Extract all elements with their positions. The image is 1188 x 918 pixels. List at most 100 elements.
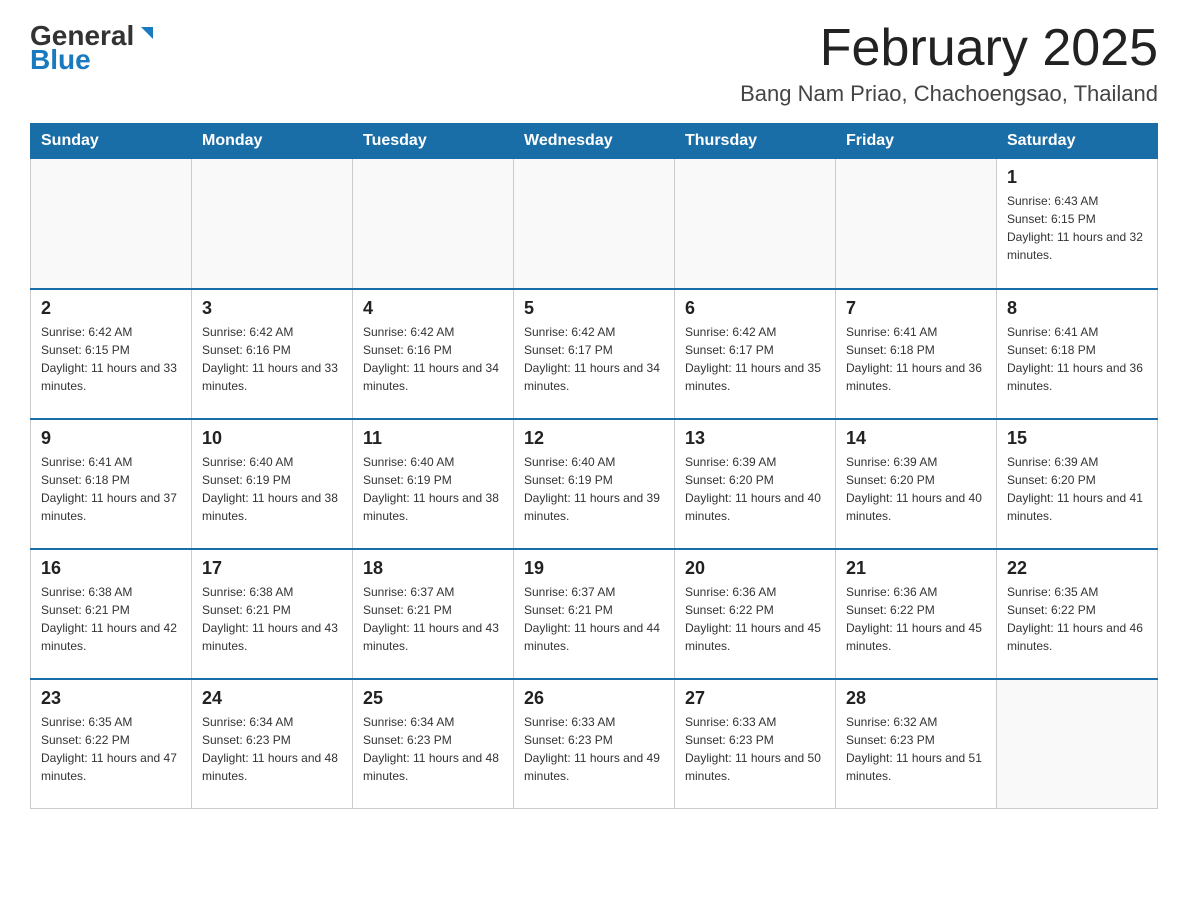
calendar-cell: 21 Sunrise: 6:36 AM Sunset: 6:22 PM Dayli… (836, 549, 997, 679)
calendar-cell: 22 Sunrise: 6:35 AM Sunset: 6:22 PM Dayli… (997, 549, 1158, 679)
day-number: 17 (202, 558, 342, 579)
day-number: 8 (1007, 298, 1147, 319)
calendar-cell: 28 Sunrise: 6:32 AM Sunset: 6:23 PM Dayli… (836, 679, 997, 809)
day-info: Sunrise: 6:32 AM Sunset: 6:23 PM Dayligh… (846, 713, 986, 785)
day-number: 27 (685, 688, 825, 709)
day-number: 7 (846, 298, 986, 319)
day-number: 16 (41, 558, 181, 579)
day-info: Sunrise: 6:41 AM Sunset: 6:18 PM Dayligh… (1007, 323, 1147, 395)
day-number: 28 (846, 688, 986, 709)
calendar-cell: 4 Sunrise: 6:42 AM Sunset: 6:16 PM Daylig… (353, 289, 514, 419)
day-number: 18 (363, 558, 503, 579)
day-number: 6 (685, 298, 825, 319)
title-area: February 2025 Bang Nam Priao, Chachoengs… (740, 20, 1158, 107)
day-info: Sunrise: 6:38 AM Sunset: 6:21 PM Dayligh… (41, 583, 181, 655)
calendar-cell (514, 159, 675, 289)
day-info: Sunrise: 6:36 AM Sunset: 6:22 PM Dayligh… (685, 583, 825, 655)
calendar-cell: 10 Sunrise: 6:40 AM Sunset: 6:19 PM Dayli… (192, 419, 353, 549)
calendar-title: February 2025 (740, 20, 1158, 77)
calendar-cell: 6 Sunrise: 6:42 AM Sunset: 6:17 PM Daylig… (675, 289, 836, 419)
day-info: Sunrise: 6:41 AM Sunset: 6:18 PM Dayligh… (846, 323, 986, 395)
day-info: Sunrise: 6:43 AM Sunset: 6:15 PM Dayligh… (1007, 192, 1147, 264)
logo-area: General Blue (30, 20, 158, 76)
day-number: 22 (1007, 558, 1147, 579)
calendar-cell: 9Sunrise: 6:41 AM Sunset: 6:18 PM Daylig… (31, 419, 192, 549)
calendar-cell: 3Sunrise: 6:42 AM Sunset: 6:16 PM Daylig… (192, 289, 353, 419)
day-number: 24 (202, 688, 342, 709)
day-header-monday: Monday (192, 124, 353, 159)
day-number: 14 (846, 428, 986, 449)
day-number: 5 (524, 298, 664, 319)
calendar-cell: 7 Sunrise: 6:41 AM Sunset: 6:18 PM Daylig… (836, 289, 997, 419)
calendar-week-row: 23 Sunrise: 6:35 AM Sunset: 6:22 PM Dayli… (31, 679, 1158, 809)
calendar-cell: 18 Sunrise: 6:37 AM Sunset: 6:21 PM Dayli… (353, 549, 514, 679)
day-number: 20 (685, 558, 825, 579)
calendar-cell: 12 Sunrise: 6:40 AM Sunset: 6:19 PM Dayli… (514, 419, 675, 549)
calendar-week-row: 2 Sunrise: 6:42 AM Sunset: 6:15 PM Daylig… (31, 289, 1158, 419)
day-info: Sunrise: 6:42 AM Sunset: 6:17 PM Dayligh… (685, 323, 825, 395)
day-info: Sunrise: 6:40 AM Sunset: 6:19 PM Dayligh… (524, 453, 664, 525)
calendar-cell (353, 159, 514, 289)
day-info: Sunrise: 6:40 AM Sunset: 6:19 PM Dayligh… (202, 453, 342, 525)
day-info: Sunrise: 6:39 AM Sunset: 6:20 PM Dayligh… (846, 453, 986, 525)
day-number: 11 (363, 428, 503, 449)
day-number: 10 (202, 428, 342, 449)
calendar-cell: 2 Sunrise: 6:42 AM Sunset: 6:15 PM Daylig… (31, 289, 192, 419)
day-number: 2 (41, 298, 181, 319)
day-info: Sunrise: 6:40 AM Sunset: 6:19 PM Dayligh… (363, 453, 503, 525)
logo-blue-text: Blue (30, 44, 91, 76)
day-info: Sunrise: 6:35 AM Sunset: 6:22 PM Dayligh… (41, 713, 181, 785)
day-header-friday: Friday (836, 124, 997, 159)
calendar-cell: 11 Sunrise: 6:40 AM Sunset: 6:19 PM Dayli… (353, 419, 514, 549)
calendar-cell: 17 Sunrise: 6:38 AM Sunset: 6:21 PM Dayli… (192, 549, 353, 679)
calendar-cell (192, 159, 353, 289)
logo-icon (135, 25, 157, 47)
day-number: 4 (363, 298, 503, 319)
calendar-cell: 16 Sunrise: 6:38 AM Sunset: 6:21 PM Dayli… (31, 549, 192, 679)
calendar-cell: 26 Sunrise: 6:33 AM Sunset: 6:23 PM Dayli… (514, 679, 675, 809)
day-number: 12 (524, 428, 664, 449)
calendar-week-row: 1 Sunrise: 6:43 AM Sunset: 6:15 PM Daylig… (31, 159, 1158, 289)
page-header: General Blue February 2025 Bang Nam Pria… (30, 20, 1158, 107)
day-number: 1 (1007, 167, 1147, 188)
day-info: Sunrise: 6:42 AM Sunset: 6:16 PM Dayligh… (363, 323, 503, 395)
day-number: 25 (363, 688, 503, 709)
day-number: 26 (524, 688, 664, 709)
calendar-cell: 25 Sunrise: 6:34 AM Sunset: 6:23 PM Dayli… (353, 679, 514, 809)
calendar-cell: 24 Sunrise: 6:34 AM Sunset: 6:23 PM Dayli… (192, 679, 353, 809)
day-info: Sunrise: 6:39 AM Sunset: 6:20 PM Dayligh… (1007, 453, 1147, 525)
calendar-week-row: 16 Sunrise: 6:38 AM Sunset: 6:21 PM Dayli… (31, 549, 1158, 679)
day-info: Sunrise: 6:37 AM Sunset: 6:21 PM Dayligh… (524, 583, 664, 655)
day-info: Sunrise: 6:38 AM Sunset: 6:21 PM Dayligh… (202, 583, 342, 655)
day-header-thursday: Thursday (675, 124, 836, 159)
calendar-cell: 20 Sunrise: 6:36 AM Sunset: 6:22 PM Dayli… (675, 549, 836, 679)
calendar-cell: 1 Sunrise: 6:43 AM Sunset: 6:15 PM Daylig… (997, 159, 1158, 289)
day-info: Sunrise: 6:42 AM Sunset: 6:17 PM Dayligh… (524, 323, 664, 395)
day-info: Sunrise: 6:39 AM Sunset: 6:20 PM Dayligh… (685, 453, 825, 525)
day-info: Sunrise: 6:35 AM Sunset: 6:22 PM Dayligh… (1007, 583, 1147, 655)
calendar-cell (997, 679, 1158, 809)
day-info: Sunrise: 6:36 AM Sunset: 6:22 PM Dayligh… (846, 583, 986, 655)
calendar-cell: 27Sunrise: 6:33 AM Sunset: 6:23 PM Dayli… (675, 679, 836, 809)
day-header-wednesday: Wednesday (514, 124, 675, 159)
day-number: 23 (41, 688, 181, 709)
day-number: 21 (846, 558, 986, 579)
day-info: Sunrise: 6:42 AM Sunset: 6:16 PM Dayligh… (202, 323, 342, 395)
day-number: 13 (685, 428, 825, 449)
calendar-cell: 13 Sunrise: 6:39 AM Sunset: 6:20 PM Dayli… (675, 419, 836, 549)
day-header-tuesday: Tuesday (353, 124, 514, 159)
day-info: Sunrise: 6:33 AM Sunset: 6:23 PM Dayligh… (524, 713, 664, 785)
day-info: Sunrise: 6:34 AM Sunset: 6:23 PM Dayligh… (202, 713, 342, 785)
calendar-cell (31, 159, 192, 289)
day-number: 19 (524, 558, 664, 579)
day-header-sunday: Sunday (31, 124, 192, 159)
calendar-cell: 8 Sunrise: 6:41 AM Sunset: 6:18 PM Daylig… (997, 289, 1158, 419)
calendar-table: SundayMondayTuesdayWednesdayThursdayFrid… (30, 123, 1158, 809)
calendar-cell: 23 Sunrise: 6:35 AM Sunset: 6:22 PM Dayli… (31, 679, 192, 809)
day-info: Sunrise: 6:37 AM Sunset: 6:21 PM Dayligh… (363, 583, 503, 655)
day-info: Sunrise: 6:34 AM Sunset: 6:23 PM Dayligh… (363, 713, 503, 785)
day-header-saturday: Saturday (997, 124, 1158, 159)
calendar-subtitle: Bang Nam Priao, Chachoengsao, Thailand (740, 81, 1158, 107)
day-info: Sunrise: 6:42 AM Sunset: 6:15 PM Dayligh… (41, 323, 181, 395)
day-number: 15 (1007, 428, 1147, 449)
